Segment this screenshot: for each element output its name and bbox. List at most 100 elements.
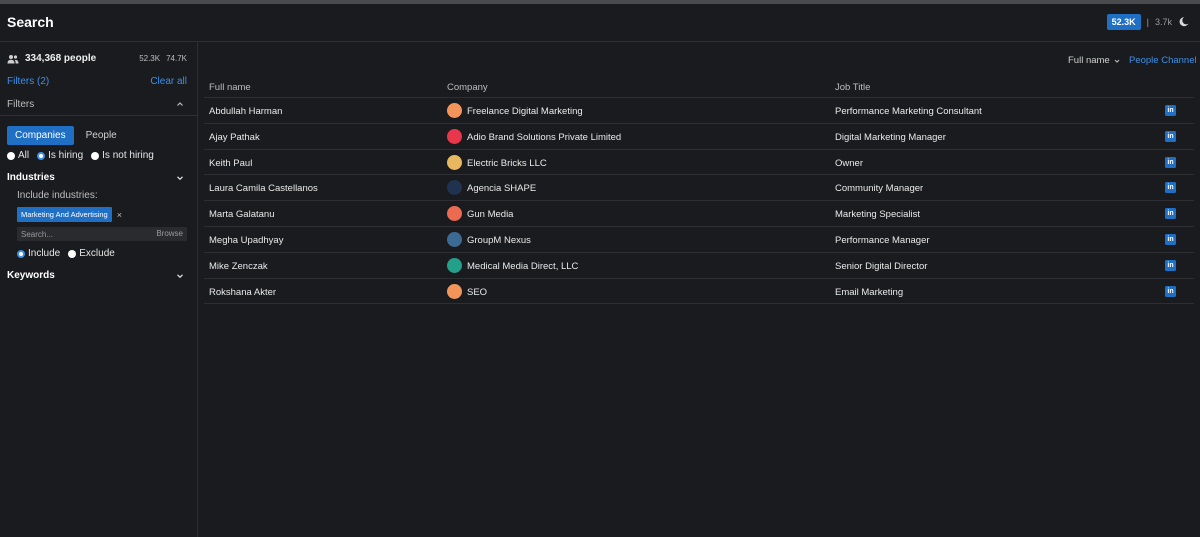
linkedin-icon[interactable]: in xyxy=(1165,130,1176,142)
sort-select[interactable]: Full name xyxy=(1068,55,1121,66)
radio-is-not-hiring[interactable]: Is not hiring xyxy=(91,150,154,161)
include-exclude-group: Include Exclude xyxy=(17,248,115,259)
cell-full-name[interactable]: Rokshana Akter xyxy=(209,287,276,298)
table-row[interactable]: Megha Upadhyay GroupM Nexus Performance Ma… xyxy=(204,227,1194,253)
sort-label: Full name xyxy=(1068,55,1110,66)
cell-company[interactable]: Adio Brand Solutions Private Limited xyxy=(467,132,621,143)
people-count: 334,368 people xyxy=(25,53,97,64)
linkedin-icon[interactable]: in xyxy=(1165,105,1176,116)
table-row[interactable]: Mike Zenczak Medical Media Direct, LLC Sen… xyxy=(204,253,1194,279)
radio-all[interactable]: All xyxy=(7,150,29,161)
stat-a: 52.3K xyxy=(139,54,161,63)
radio-is-hiring[interactable]: Is hiring xyxy=(37,150,83,161)
linkedin-icon[interactable]: in xyxy=(1165,285,1176,297)
cell-full-name[interactable]: Megha Upadhyay xyxy=(209,235,283,246)
cell-full-name[interactable]: Keith Paul xyxy=(209,158,252,169)
table-row[interactable]: Keith Paul Electric Bricks LLC Owner in xyxy=(204,150,1194,176)
cell-company[interactable]: Agencia SHAPE xyxy=(467,183,536,194)
cell-full-name[interactable]: Mike Zenczak xyxy=(209,261,268,272)
company-logo xyxy=(447,154,462,170)
company-logo xyxy=(447,257,462,273)
radio-dot[interactable] xyxy=(91,151,100,160)
table-row[interactable]: Abdullah Harman Freelance Digital Marketi… xyxy=(204,98,1194,124)
keywords-header[interactable]: Keywords xyxy=(7,270,55,281)
industry-search-input[interactable] xyxy=(21,228,141,240)
people-table: Full name Company Job Title Abdullah Har… xyxy=(204,76,1194,305)
browse-button[interactable]: Browse xyxy=(156,229,183,238)
hiring-radio-group: All Is hiring Is not hiring xyxy=(7,150,154,161)
cell-company[interactable]: Medical Media Direct, LLC xyxy=(467,261,578,272)
credits-separator: | xyxy=(1146,17,1149,27)
linkedin-icon[interactable]: in xyxy=(1165,233,1176,245)
linkedin-icon[interactable]: in xyxy=(1165,208,1176,220)
table-row[interactable]: Marta Galatanu Gun Media Marketing Special… xyxy=(204,201,1194,227)
entity-segment-control: Companies People xyxy=(7,126,125,145)
chevron-up-icon[interactable] xyxy=(175,99,185,109)
cell-company[interactable]: Gun Media xyxy=(467,209,513,220)
linkedin-icon[interactable]: in xyxy=(1165,182,1176,194)
cell-job-title: Owner xyxy=(835,157,863,169)
cell-job-title: Community Manager xyxy=(835,183,924,195)
radio-dot-selected[interactable] xyxy=(37,151,46,160)
radio-include-label: Include xyxy=(28,248,61,259)
stat-b: 74.7K xyxy=(166,54,187,63)
radio-is-not-hiring-label: Is not hiring xyxy=(102,150,154,161)
clear-all-link[interactable]: Clear all xyxy=(150,76,187,87)
mini-stats: 52.3K 74.7K xyxy=(139,54,187,63)
linkedin-icon[interactable]: in xyxy=(1165,259,1176,271)
radio-include[interactable]: Include xyxy=(17,248,60,259)
company-logo xyxy=(447,283,462,299)
cell-job-title: Performance Manager xyxy=(835,234,930,246)
chevron-down-icon[interactable] xyxy=(175,173,185,183)
cell-job-title: Marketing Specialist xyxy=(835,209,921,221)
column-company[interactable]: Company xyxy=(447,82,488,93)
radio-exclude-label: Exclude xyxy=(79,248,115,259)
linkedin-icon[interactable]: in xyxy=(1165,156,1176,168)
segment-people[interactable]: People xyxy=(78,126,125,145)
tag-remove-icon[interactable]: × xyxy=(117,210,122,220)
table-row[interactable]: Rokshana Akter SEO Email Marketing in xyxy=(204,279,1194,305)
chevron-down-icon[interactable] xyxy=(175,271,185,281)
credits-secondary: 3.7k xyxy=(1154,17,1172,27)
industries-header[interactable]: Industries xyxy=(7,172,55,183)
industry-tag[interactable]: Marketing And Advertising xyxy=(17,207,112,222)
page-header: Search 52.3K | 3.7k xyxy=(0,4,1200,42)
include-industries-label: Include industries: xyxy=(17,190,98,201)
people-icon xyxy=(7,54,19,63)
company-logo xyxy=(447,128,462,144)
table-header: Full name Company Job Title xyxy=(204,76,1194,98)
filters-count-link[interactable]: Filters (2) xyxy=(7,76,49,87)
credits-badge[interactable]: 52.3K xyxy=(1106,14,1141,30)
cell-company[interactable]: SEO xyxy=(467,287,487,298)
company-logo xyxy=(447,231,462,247)
company-logo xyxy=(447,103,462,118)
radio-dot[interactable] xyxy=(68,249,77,258)
table-row[interactable]: Ajay Pathak Adio Brand Solutions Private … xyxy=(204,124,1194,150)
radio-is-hiring-label: Is hiring xyxy=(48,150,84,161)
cell-full-name[interactable]: Marta Galatanu xyxy=(209,209,274,220)
filter-sidebar: 334,368 people 52.3K 74.7K Filters (2) C… xyxy=(0,42,198,537)
radio-exclude[interactable]: Exclude xyxy=(68,248,115,259)
cell-job-title: Digital Marketing Manager xyxy=(835,131,946,143)
cell-full-name[interactable]: Laura Camila Castellanos xyxy=(209,183,318,194)
filters-section-header[interactable]: Filters xyxy=(0,92,197,116)
column-job-title[interactable]: Job Title xyxy=(835,82,870,93)
table-row[interactable]: Laura Camila Castellanos Agencia SHAPE Com… xyxy=(204,175,1194,202)
filters-label: Filters xyxy=(7,99,35,110)
radio-dot[interactable] xyxy=(7,151,15,160)
segment-companies[interactable]: Companies xyxy=(7,126,74,145)
table-body: Abdullah Harman Freelance Digital Marketi… xyxy=(204,98,1194,305)
header-right: 52.3K | 3.7k xyxy=(1106,14,1190,30)
radio-dot-selected[interactable] xyxy=(17,249,25,258)
cell-company[interactable]: GroupM Nexus xyxy=(467,235,531,246)
cell-company[interactable]: Electric Bricks LLC xyxy=(467,158,547,169)
radio-all-label: All xyxy=(18,150,30,161)
results-panel: Full name People Channel Full name Compa… xyxy=(198,42,1200,537)
moon-icon[interactable] xyxy=(1178,16,1190,28)
page-title: Search xyxy=(7,14,54,30)
cell-company[interactable]: Freelance Digital Marketing xyxy=(467,106,583,117)
cell-full-name[interactable]: Ajay Pathak xyxy=(209,132,260,143)
cell-full-name[interactable]: Abdullah Harman xyxy=(209,106,282,117)
column-full-name[interactable]: Full name xyxy=(209,82,251,93)
people-channel-link[interactable]: People Channel xyxy=(1129,55,1197,66)
